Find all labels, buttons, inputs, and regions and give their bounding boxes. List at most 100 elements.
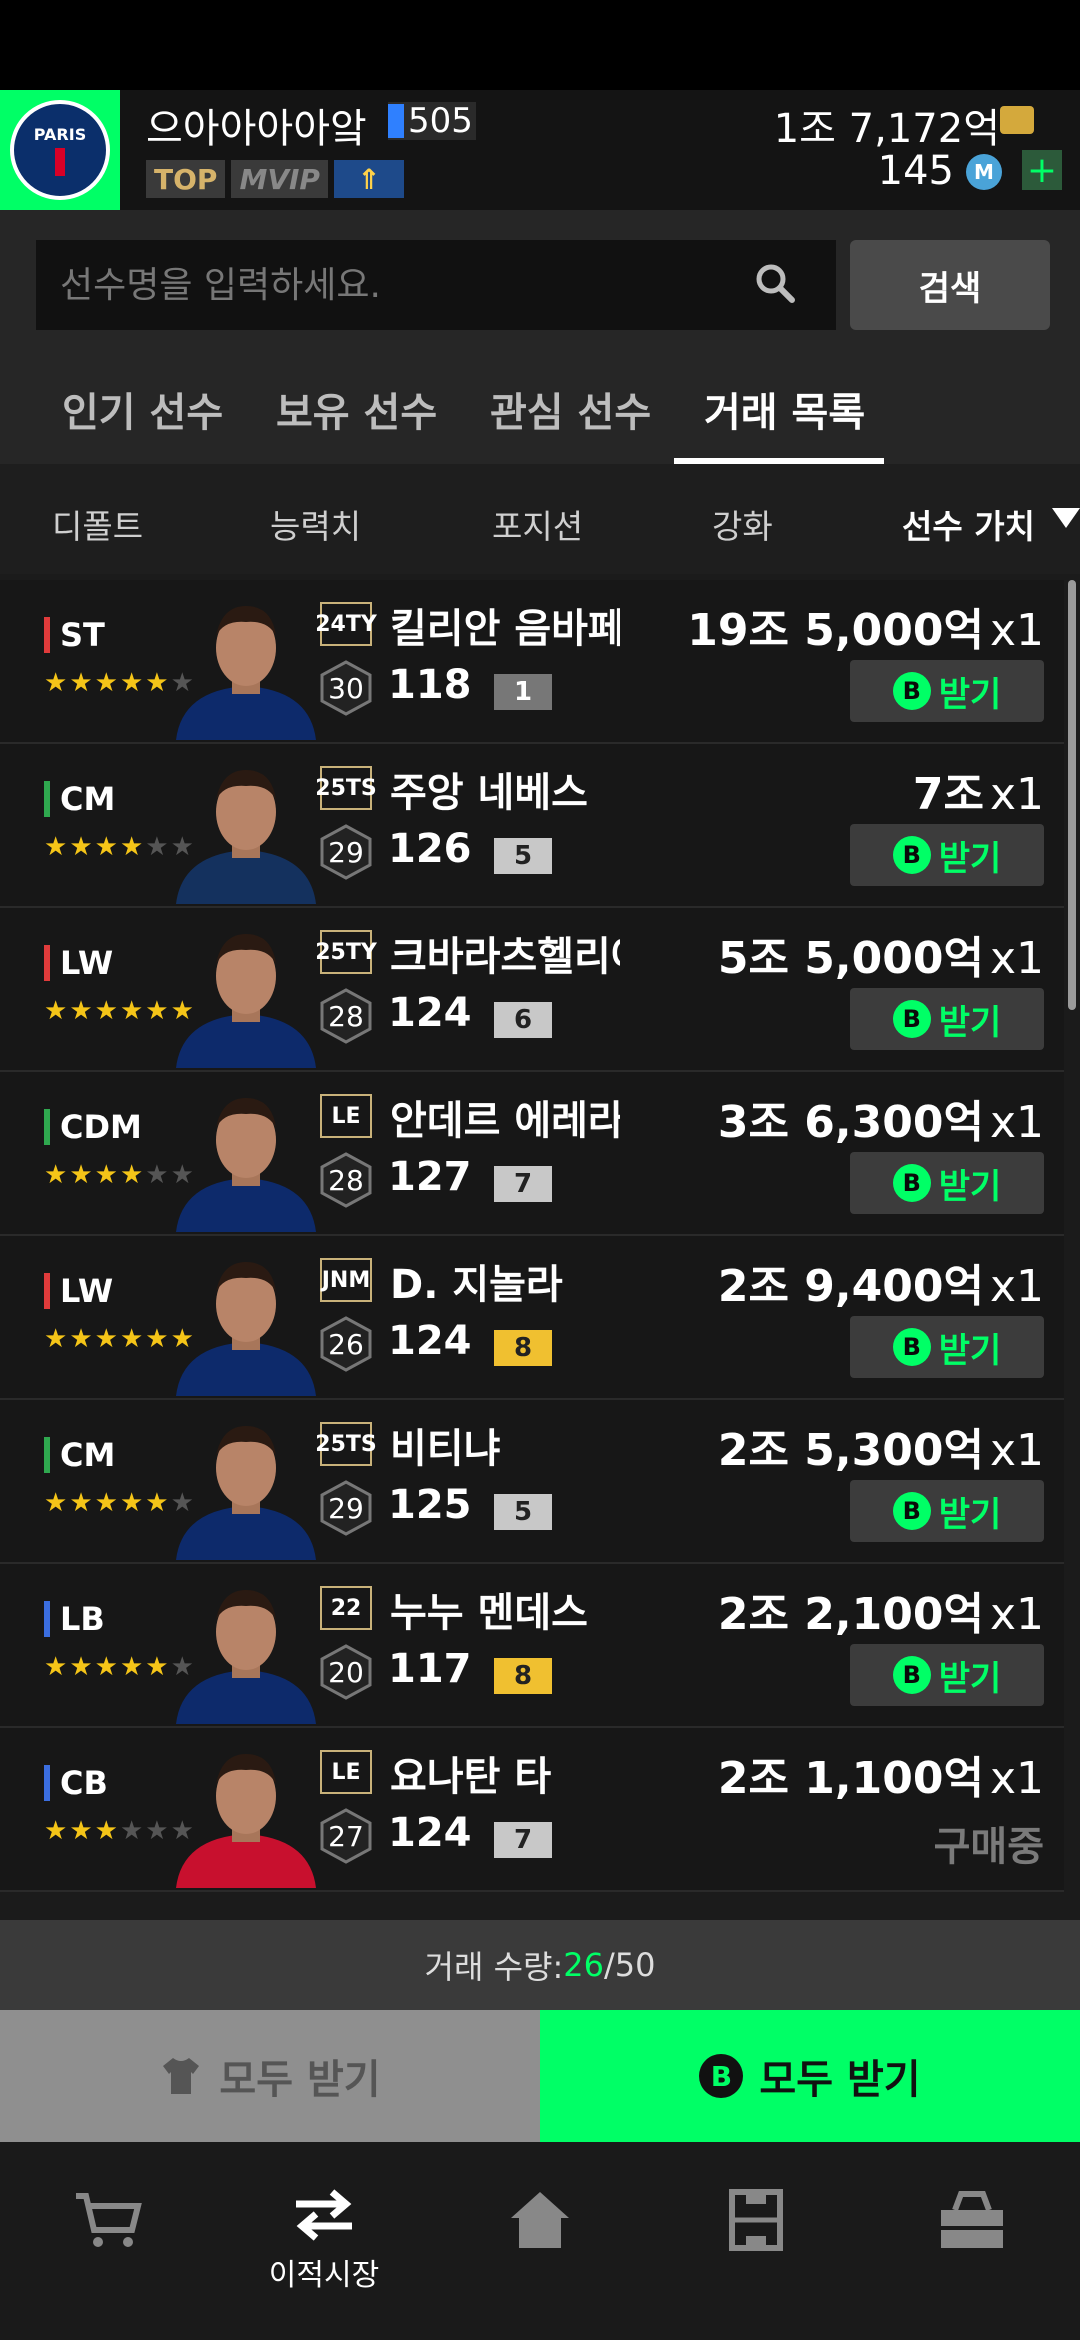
tab-popular[interactable]: 인기 선수	[62, 380, 223, 438]
season-badge: JNM	[320, 1258, 372, 1302]
player-search-input[interactable]	[36, 240, 836, 330]
search-icon[interactable]	[754, 262, 796, 304]
receive-button[interactable]: B 받기	[850, 1316, 1044, 1378]
trade-list-row[interactable]: LB ★★★★★★ 22 누누 멘데스 20 117 8 2조 2,100억 x1…	[0, 1564, 1064, 1728]
nav-transfer-label: 이적시장	[268, 2258, 380, 2293]
player-age-badge: 27	[318, 1808, 374, 1864]
star-icon: ★	[69, 832, 95, 862]
player-photo	[176, 1098, 316, 1232]
star-icon: ★	[119, 1816, 146, 1846]
top-badge[interactable]: TOP	[146, 160, 226, 198]
trade-list-row[interactable]: CB ★★★★★★ LE 요나탄 타 27 124 7 2조 1,100억 x1 …	[0, 1728, 1064, 1892]
enhance-grade: 7	[494, 1166, 552, 1202]
season-badge: 24TY	[315, 602, 377, 646]
list-scrollbar[interactable]	[1064, 574, 1080, 1920]
tab-owned[interactable]: 보유 선수	[276, 380, 437, 438]
m-coin-icon: M	[966, 154, 1002, 190]
enhance-grade: 5	[494, 1494, 552, 1530]
receive-button[interactable]: B 받기	[850, 1644, 1044, 1706]
player-name: 누누 멘데스	[390, 1590, 588, 1636]
star-icon: ★	[145, 1816, 171, 1846]
nav-storage[interactable]	[892, 2188, 1052, 2298]
tab-trade-list[interactable]: 거래 목록	[704, 380, 865, 438]
star-icon: ★	[119, 996, 146, 1026]
player-name: 킬리안 음바페	[390, 606, 620, 652]
trade-list-row[interactable]: LW ★★★★★★ 25TY 크바라츠헬리아 28 124 6 5조 5,000…	[0, 908, 1064, 1072]
add-currency-button[interactable]: +	[1022, 150, 1062, 191]
star-icon: ★	[44, 996, 70, 1026]
claim-all-bp-button[interactable]: B 모두 받기	[540, 2010, 1080, 2142]
vip-badge[interactable]: M VIP	[231, 160, 328, 198]
rank-up-icon[interactable]: ⇑	[333, 160, 404, 198]
bp-coin-icon: B	[892, 1000, 931, 1038]
trade-count: 거래 수량: 26/50	[0, 1920, 1080, 2010]
player-position: LB	[44, 1600, 105, 1638]
player-price: 5조 5,000억 x1	[717, 933, 1044, 984]
player-age-badge: 29	[318, 1480, 374, 1536]
player-photo	[176, 1754, 316, 1888]
star-icon: ★	[145, 1488, 171, 1518]
nav-home[interactable]	[460, 2188, 620, 2298]
star-icon: ★	[119, 832, 146, 862]
player-position: LW	[44, 1272, 113, 1310]
season-badge: 25TY	[315, 930, 377, 974]
player-age-badge: 20	[318, 1644, 374, 1700]
transfer-icon	[296, 2189, 352, 2241]
mc-amount: 145	[877, 148, 954, 194]
level-badge: 505	[388, 101, 476, 141]
nav-transfer-market[interactable]: 이적시장	[244, 2188, 404, 2298]
receive-button[interactable]: B 받기	[850, 1152, 1044, 1214]
star-icon: ★	[119, 1324, 146, 1354]
profile-header: PARIS 으아아아아앜 505 TOP M VIP ⇑ 1조 7,172억 1…	[0, 90, 1080, 210]
receive-button[interactable]: B 받기	[850, 1480, 1044, 1542]
search-button[interactable]: 검색	[850, 240, 1050, 330]
nav-squad[interactable]	[676, 2188, 836, 2298]
star-icon: ★	[69, 668, 95, 698]
receive-button[interactable]: B 받기	[850, 660, 1044, 722]
claim-all-players-button[interactable]: 모두 받기	[0, 2010, 540, 2142]
nav-shop[interactable]	[28, 2188, 188, 2298]
player-ovr: 124	[388, 1318, 472, 1364]
bp-coin-icon: B	[892, 672, 931, 710]
club-logo[interactable]: PARIS	[0, 90, 120, 210]
sort-ovr[interactable]: 능력치	[270, 500, 361, 548]
player-name: D. 지놀라	[390, 1262, 563, 1308]
enhance-grade: 8	[494, 1330, 552, 1366]
star-icon: ★	[69, 1488, 95, 1518]
season-badge: 25TS	[315, 766, 377, 810]
buying-status: 구매중	[933, 1824, 1044, 1870]
star-icon: ★	[44, 1160, 70, 1190]
player-photo	[176, 1426, 316, 1560]
player-photo	[176, 1590, 316, 1724]
nickname: 으아아아아앜	[146, 106, 367, 152]
player-photo	[176, 770, 316, 904]
player-age-badge: 30	[318, 660, 374, 716]
trade-list-row[interactable]: CM ★★★★★★ 25TS 주앙 네베스 29 126 5 7조 x1 B 받기	[0, 744, 1064, 908]
membership-badges: TOP M VIP ⇑	[146, 160, 404, 198]
sort-default[interactable]: 디폴트	[52, 500, 143, 548]
sort-value[interactable]: 선수 가치	[902, 500, 1035, 548]
receive-button[interactable]: B 받기	[850, 824, 1044, 886]
enhance-grade: 6	[494, 1002, 552, 1038]
player-price: 2조 2,100억 x1	[717, 1589, 1044, 1640]
enhance-grade: 1	[494, 674, 552, 710]
sort-position[interactable]: 포지션	[492, 500, 583, 548]
player-tabs: 인기 선수 보유 선수 관심 선수 거래 목록	[0, 330, 1080, 464]
sort-upgrade[interactable]: 강화	[712, 500, 773, 548]
player-ovr: 125	[388, 1482, 472, 1528]
player-photo	[176, 1262, 316, 1396]
star-icon: ★	[44, 668, 70, 698]
bp-coin-icon: B	[892, 1492, 931, 1530]
trade-list-row[interactable]: LW ★★★★★★ JNM D. 지놀라 26 124 8 2조 9,400억 x…	[0, 1236, 1064, 1400]
star-icon: ★	[69, 1816, 95, 1846]
receive-button[interactable]: B 받기	[850, 988, 1044, 1050]
cart-icon	[76, 2193, 142, 2247]
tab-favorites[interactable]: 관심 선수	[490, 380, 651, 438]
trade-list-row[interactable]: CM ★★★★★★ 25TS 비티냐 29 125 5 2조 5,300억 x1 …	[0, 1400, 1064, 1564]
season-badge: LE	[320, 1750, 372, 1794]
trade-list: ST ★★★★★★ 24TY 킬리안 음바페 30 118 1 19조 5,00…	[0, 574, 1080, 1920]
trade-list-row[interactable]: ST ★★★★★★ 24TY 킬리안 음바페 30 118 1 19조 5,00…	[0, 580, 1064, 744]
star-icon: ★	[44, 832, 70, 862]
sort-desc-icon[interactable]	[1052, 508, 1080, 528]
trade-list-row[interactable]: CDM ★★★★★★ LE 안데르 에레라 28 127 7 3조 6,300억…	[0, 1072, 1064, 1236]
